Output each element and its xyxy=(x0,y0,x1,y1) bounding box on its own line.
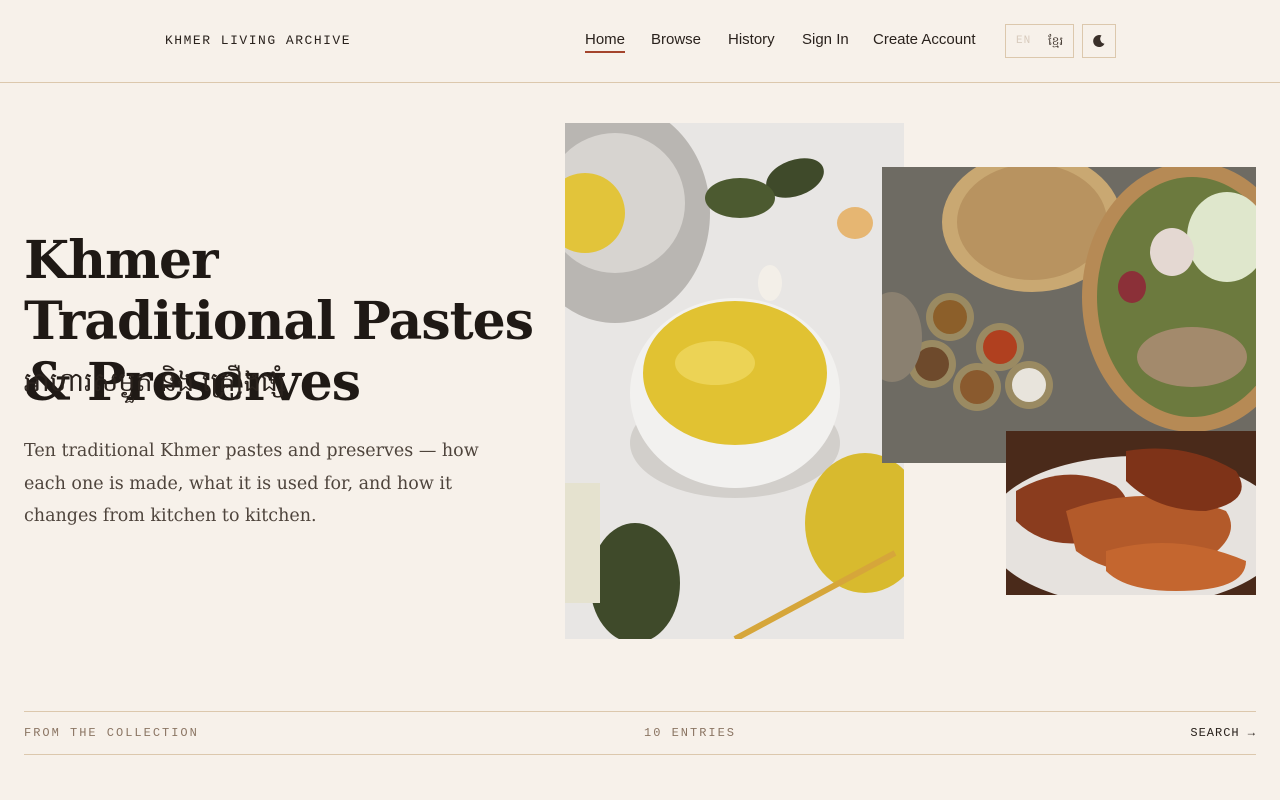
page-title-khmer: អាហារសម្ងួត និង គ្រឿងផ្សំ xyxy=(24,367,286,397)
nav-home-link[interactable]: Home xyxy=(585,31,626,53)
page-description: Ten traditional Khmer pastes and preserv… xyxy=(24,441,479,526)
search-link[interactable]: SEARCH → xyxy=(1190,726,1256,740)
language-switcher: EN ខ្មែរ xyxy=(1005,24,1074,58)
kroeung-paste-bowl-photo xyxy=(565,123,904,639)
nav-signin-link[interactable]: Sign In xyxy=(802,31,849,51)
collection-label: FROM THE COLLECTION xyxy=(24,726,199,740)
collection-bar: FROM THE COLLECTION 10 ENTRIES SEARCH → xyxy=(24,711,1256,755)
site-header: KHMER LIVING ARCHIVE Home Browse History… xyxy=(0,0,1280,83)
lang-en-button[interactable]: EN xyxy=(1016,35,1031,47)
spices-and-baskets-photo xyxy=(882,167,1256,463)
dried-fish-plate-photo xyxy=(1006,431,1256,595)
moon-icon xyxy=(1093,35,1105,48)
entry-count: 10 ENTRIES xyxy=(644,726,737,740)
nav-history-link[interactable]: History xyxy=(728,31,775,51)
lang-km-button[interactable]: ខ្មែរ xyxy=(1048,33,1063,51)
site-brand[interactable]: KHMER LIVING ARCHIVE xyxy=(165,33,351,48)
nav-create-account-link[interactable]: Create Account xyxy=(873,31,976,51)
nav-browse-link[interactable]: Browse xyxy=(651,31,701,51)
theme-toggle-button[interactable] xyxy=(1082,24,1116,58)
